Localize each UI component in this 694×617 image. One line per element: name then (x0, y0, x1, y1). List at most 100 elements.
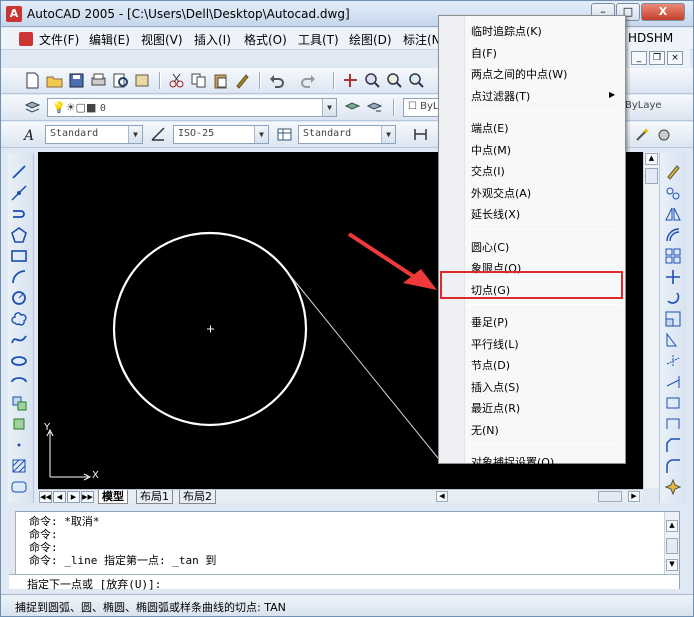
erase-icon[interactable] (664, 163, 684, 183)
properties-gear-icon[interactable] (655, 125, 674, 144)
chevron-down-icon[interactable]: ▼ (322, 99, 336, 116)
circle-icon[interactable] (10, 289, 30, 309)
menu-view[interactable]: 视图(V) (141, 31, 183, 48)
menu-item-insertion[interactable]: 插入点(S) (471, 379, 520, 395)
tab-model[interactable]: 模型 (98, 490, 128, 504)
break-at-point-icon[interactable] (664, 394, 684, 414)
table-style-icon[interactable] (275, 125, 294, 144)
tab-layout2[interactable]: 布局2 (179, 490, 216, 504)
doc-minimize-button[interactable]: _ (631, 51, 647, 65)
move-icon[interactable] (664, 268, 684, 288)
menu-item-apparent-intersection[interactable]: 外观交点(A) (471, 185, 531, 201)
zoom-previous-icon[interactable] (407, 71, 426, 90)
preview-icon[interactable] (111, 71, 130, 90)
canvas-vertical-scrollbar[interactable]: ▲ (643, 152, 659, 488)
rectangle-icon[interactable] (10, 247, 30, 267)
menu-item-temporary-track-point[interactable]: 临时追踪点(K) (471, 23, 542, 39)
text-style-dropdown[interactable]: Standard ▼ (45, 125, 143, 144)
command-scrollbar[interactable]: ▲ ▼ (664, 512, 679, 574)
scroll-up-arrow-icon[interactable]: ▲ (645, 153, 658, 165)
copy-object-icon[interactable] (664, 184, 684, 204)
menu-item-none[interactable]: 无(N) (471, 422, 499, 438)
revision-cloud-icon[interactable] (10, 310, 30, 330)
color-control-dropdown[interactable]: ☐ ByL (403, 98, 439, 117)
menu-item-point-filters[interactable]: 点过滤器(T) (471, 88, 530, 104)
tab-last-arrow-icon[interactable]: ▶▶ (81, 491, 94, 503)
menu-item-osnap-settings[interactable]: 对象捕捉设置(O)... (471, 454, 565, 470)
insert-block-icon[interactable] (10, 394, 30, 414)
tab-next-arrow-icon[interactable]: ▶ (67, 491, 80, 503)
menu-draw[interactable]: 绘图(D) (349, 31, 392, 48)
dim-style-dropdown[interactable]: ISO-25 ▼ (173, 125, 269, 144)
menu-right-fragment[interactable]: HDSHM (628, 31, 673, 45)
stretch-icon[interactable] (664, 331, 684, 351)
doc-restore-button[interactable]: ❐ (649, 51, 665, 65)
menu-item-node[interactable]: 节点(D) (471, 357, 510, 373)
construction-line-icon[interactable] (10, 184, 30, 204)
menu-item-nearest[interactable]: 最近点(R) (471, 400, 520, 416)
layer-dropdown[interactable]: 💡☀▢■ 0 ▼ (47, 98, 337, 117)
zoom-window-icon[interactable] (385, 71, 404, 90)
hscroll-right-arrow-icon[interactable]: ▶ (628, 491, 640, 502)
cut-icon[interactable] (167, 71, 186, 90)
arc-icon[interactable] (10, 268, 30, 288)
hscroll-left-arrow-icon[interactable]: ◀ (436, 491, 448, 502)
redo-icon[interactable] (299, 71, 318, 90)
menu-item-mid-between-2-points[interactable]: 两点之间的中点(W) (471, 66, 567, 82)
menu-insert[interactable]: 插入(I) (194, 31, 231, 48)
scroll-down-arrow-icon[interactable]: ▼ (666, 559, 678, 571)
point-icon[interactable] (10, 436, 30, 456)
match-properties-icon[interactable] (233, 71, 252, 90)
chamfer-icon[interactable] (664, 436, 684, 456)
chevron-down-icon[interactable]: ▼ (254, 126, 268, 143)
command-input[interactable]: 指定下一点或 [放弃(U)]: (9, 574, 679, 591)
save-icon[interactable] (67, 71, 86, 90)
line-icon[interactable] (10, 163, 30, 183)
plotstyle-control[interactable]: ByLayer (621, 98, 661, 117)
polyline-icon[interactable] (10, 205, 30, 225)
new-icon[interactable] (23, 71, 42, 90)
polygon-icon[interactable] (10, 226, 30, 246)
region-icon[interactable] (10, 478, 30, 498)
extend-icon[interactable] (664, 373, 684, 393)
paste-icon[interactable] (211, 71, 230, 90)
scroll-up-arrow-icon[interactable]: ▲ (666, 520, 678, 532)
menu-format[interactable]: 格式(O) (244, 31, 287, 48)
scroll-thumb[interactable] (645, 168, 658, 184)
copy-icon[interactable] (189, 71, 208, 90)
menu-item-from[interactable]: 自(F) (471, 45, 497, 61)
menu-dimension[interactable]: 标注(N (403, 31, 441, 48)
doc-close-button[interactable]: × (667, 51, 683, 65)
undo-icon[interactable] (267, 71, 286, 90)
menu-edit[interactable]: 编辑(E) (89, 31, 130, 48)
zoom-realtime-icon[interactable] (363, 71, 382, 90)
array-icon[interactable] (664, 247, 684, 267)
layer-previous-icon[interactable] (365, 98, 384, 117)
chevron-down-icon[interactable]: ▼ (128, 126, 142, 143)
menu-item-center[interactable]: 圆心(C) (471, 239, 509, 255)
tab-first-arrow-icon[interactable]: ◀◀ (39, 491, 52, 503)
mirror-icon[interactable] (664, 205, 684, 225)
make-object-layer-current-icon[interactable] (343, 98, 362, 117)
dimension-linear-icon[interactable] (411, 125, 430, 144)
properties-wand-icon[interactable] (633, 125, 652, 144)
publish-icon[interactable] (133, 71, 152, 90)
menu-item-midpoint[interactable]: 中点(M) (471, 142, 511, 158)
offset-icon[interactable] (664, 226, 684, 246)
menu-item-extension[interactable]: 延长线(X) (471, 206, 520, 222)
trim-icon[interactable] (664, 352, 684, 372)
scroll-thumb[interactable] (666, 538, 678, 554)
fillet-icon[interactable] (664, 457, 684, 477)
hatch-icon[interactable] (10, 457, 30, 477)
spline-icon[interactable] (10, 331, 30, 351)
document-icon[interactable] (19, 32, 33, 46)
menu-tools[interactable]: 工具(T) (298, 31, 339, 48)
tab-prev-arrow-icon[interactable]: ◀ (53, 491, 66, 503)
menu-file[interactable]: 文件(F) (39, 31, 79, 48)
make-block-icon[interactable] (10, 415, 30, 435)
ellipse-arc-icon[interactable] (10, 373, 30, 393)
open-icon[interactable] (45, 71, 64, 90)
scale-icon[interactable] (664, 310, 684, 330)
menu-item-endpoint[interactable]: 端点(E) (471, 120, 509, 136)
layer-manager-icon[interactable] (23, 98, 42, 117)
